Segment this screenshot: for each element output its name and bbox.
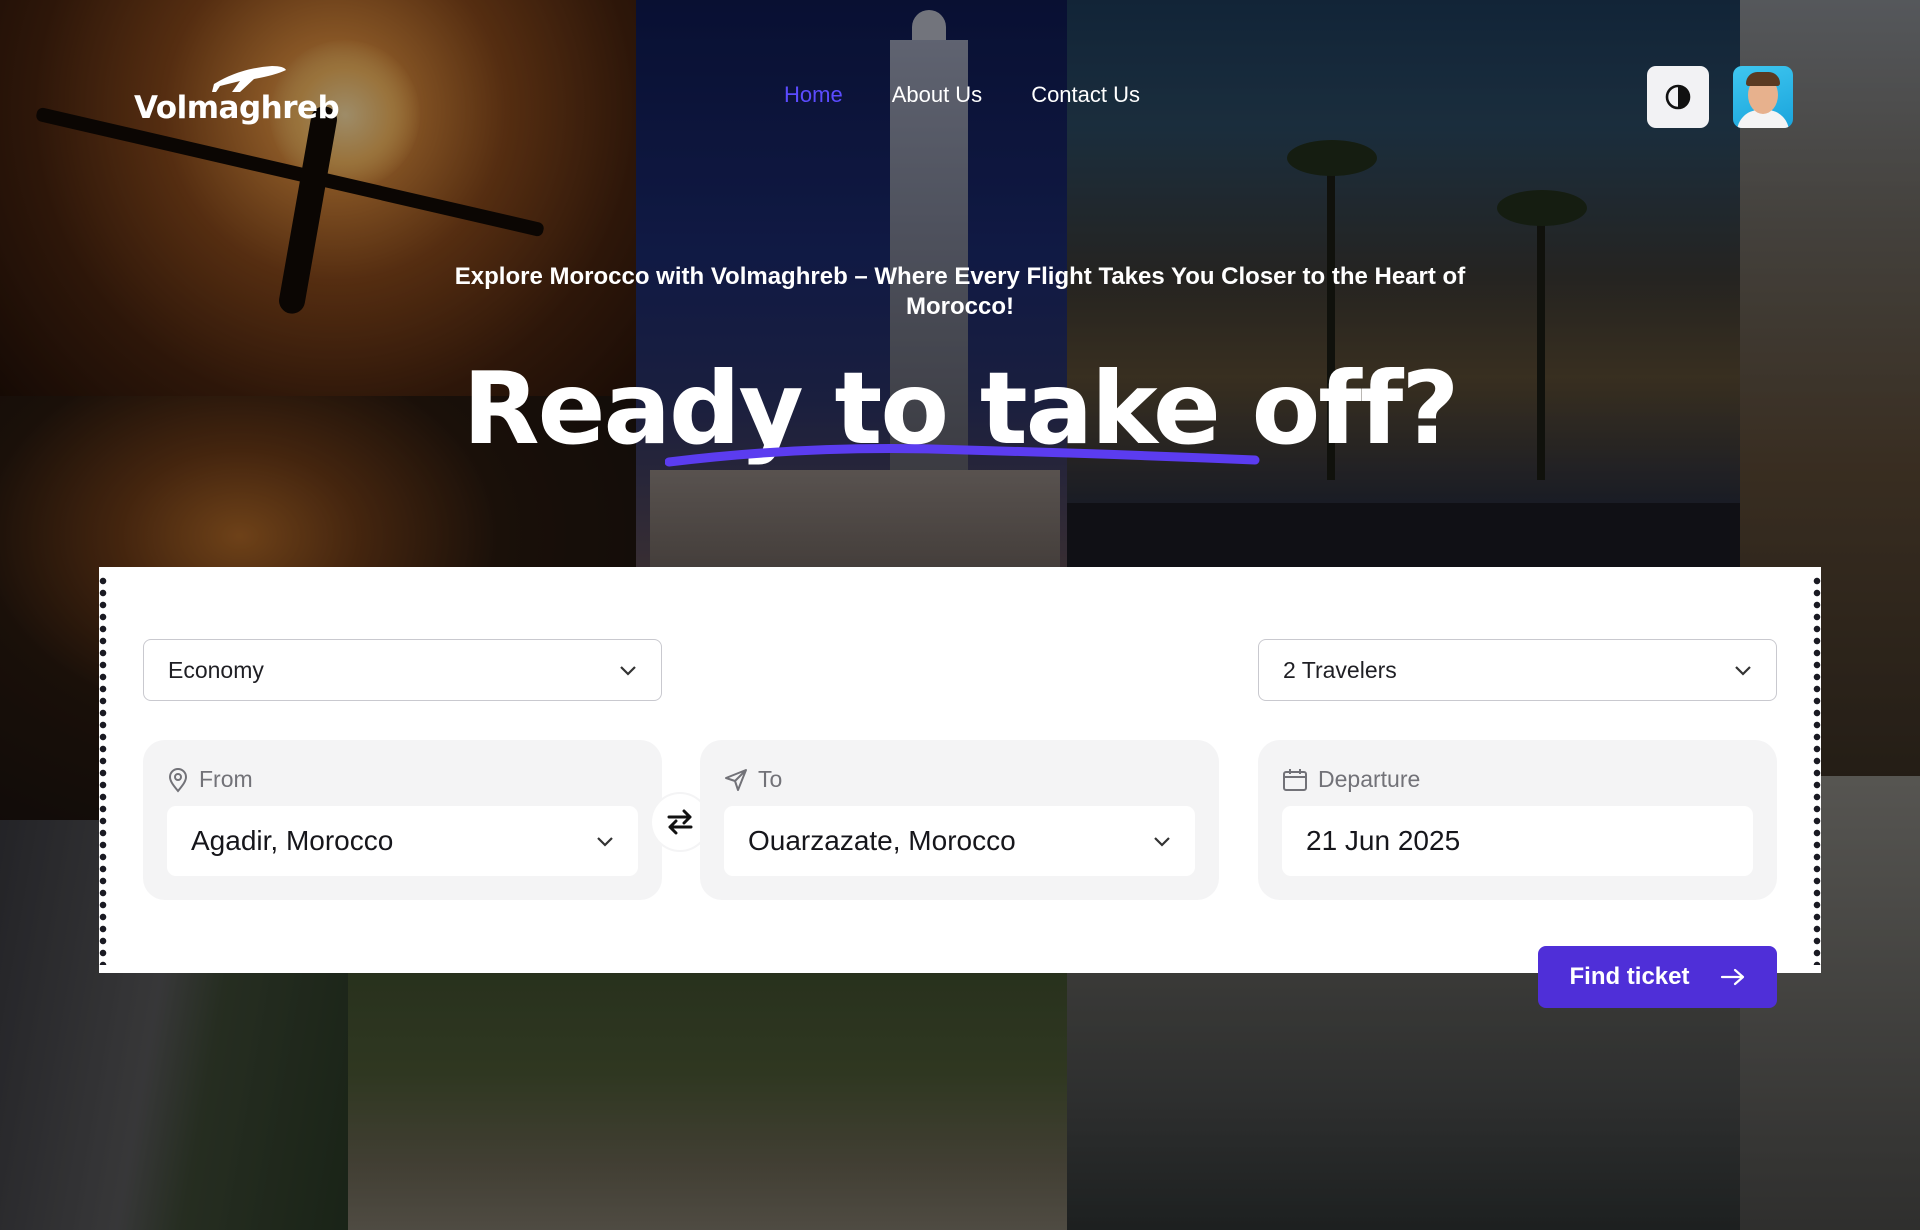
ticket-perforation-right xyxy=(1813,575,1821,965)
main-nav: Home About Us Contact Us xyxy=(784,82,1140,108)
find-ticket-button[interactable]: Find ticket xyxy=(1538,946,1777,1008)
logo-wordmark: Volmaghreb xyxy=(134,90,340,126)
from-field: From Agadir, Morocco xyxy=(143,740,662,900)
travelers-select[interactable]: 2 Travelers xyxy=(1258,639,1777,701)
cabin-class-value: Economy xyxy=(168,656,264,683)
to-select[interactable]: Ouarzazate, Morocco xyxy=(724,806,1195,876)
from-select[interactable]: Agadir, Morocco xyxy=(167,806,638,876)
ticket-perforation-left xyxy=(99,575,107,965)
location-pin-icon xyxy=(168,767,188,793)
chevron-down-icon xyxy=(597,837,613,847)
to-label: To xyxy=(724,766,782,793)
travelers-value: 2 Travelers xyxy=(1283,656,1397,683)
from-value: Agadir, Morocco xyxy=(191,825,394,856)
to-value: Ouarzazate, Morocco xyxy=(748,825,1016,856)
headline-underline xyxy=(665,444,1260,467)
to-field: To Ouarzazate, Morocco xyxy=(700,740,1219,900)
hero-tagline: Explore Morocco with Volmaghreb – Where … xyxy=(454,263,1466,320)
from-label: From xyxy=(167,766,253,793)
nav-contact-us[interactable]: Contact Us xyxy=(1031,82,1140,108)
chevron-down-icon xyxy=(1154,837,1170,847)
contrast-icon xyxy=(1665,84,1691,110)
flight-search-card: Economy 2 Travelers From Agadir, Morocco xyxy=(99,567,1821,973)
chevron-down-icon xyxy=(620,666,636,676)
site-header: Volmaghreb Home About Us Contact Us xyxy=(0,0,1920,200)
departure-field: Departure 21 Jun 2025 xyxy=(1258,740,1777,900)
departure-label: Departure xyxy=(1282,766,1420,793)
theme-toggle-button[interactable] xyxy=(1647,66,1709,128)
volmaghreb-logo[interactable]: Volmaghreb xyxy=(134,62,340,134)
calendar-icon xyxy=(1283,768,1307,791)
swap-arrows-icon xyxy=(667,809,693,835)
nav-about-us[interactable]: About Us xyxy=(892,82,983,108)
nav-home[interactable]: Home xyxy=(784,82,843,108)
send-icon xyxy=(725,768,747,791)
arrow-right-icon xyxy=(1720,968,1744,986)
user-avatar[interactable] xyxy=(1733,66,1793,128)
find-ticket-label: Find ticket xyxy=(1569,963,1690,990)
chevron-down-icon xyxy=(1735,666,1751,676)
departure-value: 21 Jun 2025 xyxy=(1306,825,1461,856)
departure-date-input[interactable]: 21 Jun 2025 xyxy=(1282,806,1753,876)
cabin-class-select[interactable]: Economy xyxy=(143,639,662,701)
